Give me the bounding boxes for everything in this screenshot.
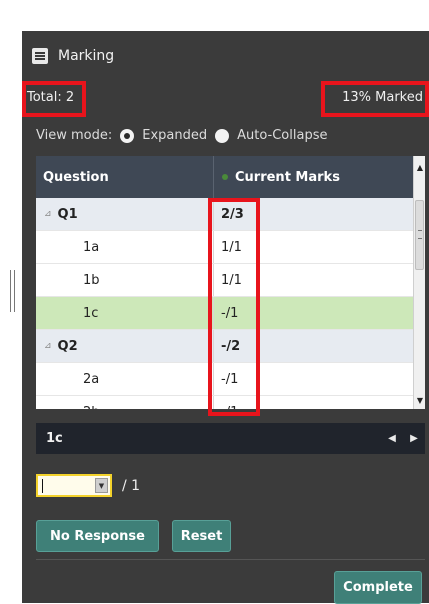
highlight-box-marks-column [208,198,260,416]
menu-icon[interactable] [32,48,48,64]
table-scrollbar[interactable]: ▲ ▼ [413,156,425,409]
radio-expanded[interactable] [120,128,135,143]
footer-divider [36,559,425,560]
panel-header: Marking [32,45,114,67]
column-header-question[interactable]: Question [36,156,214,198]
highlight-box-marked [321,81,429,117]
highlight-box-total [22,81,86,117]
score-field[interactable]: ▼ [36,474,112,497]
scroll-up-arrow-icon[interactable]: ▲ [415,162,425,174]
score-max: / 1 [122,477,141,494]
expand-triangle-icon[interactable]: ⊿ [44,209,52,219]
resize-handle[interactable] [10,270,15,312]
radio-auto-collapse[interactable] [215,128,230,143]
question-cell: 1a [36,231,214,263]
question-label: 1a [83,239,100,255]
score-input[interactable] [38,476,100,495]
question-navigator: 1c ◀ ▶ [36,423,425,454]
question-label: Q2 [57,338,78,354]
question-label: 1c [83,305,99,321]
question-label: 2a [83,371,100,387]
view-mode-label: View mode: [36,128,113,143]
previous-question-icon[interactable]: ◀ [381,433,403,444]
status-dot-icon [222,174,228,180]
view-mode-selector: View mode: Expanded Auto-Collapse [36,128,327,143]
question-cell: 1c [36,297,214,329]
panel-title: Marking [58,48,115,64]
text-caret [42,479,43,493]
question-label: Q1 [57,206,78,222]
question-cell: 2a [36,363,214,395]
score-dropdown-chevron-icon[interactable]: ▼ [95,478,108,493]
marking-panel: Marking Total: 2 13% Marked View mode: E… [22,31,429,604]
radio-auto-collapse-label[interactable]: Auto-Collapse [237,128,327,143]
question-cell: 1b [36,264,214,296]
reset-button[interactable]: Reset [172,520,231,552]
column-header-current-marks[interactable]: Current Marks [214,156,340,198]
next-question-icon[interactable]: ▶ [403,433,425,444]
question-label: 2b [83,405,100,410]
table-header: Question Current Marks [36,156,413,198]
question-cell: 2b [36,396,214,409]
score-entry: ▼ / 1 [36,474,140,497]
current-question-label: 1c [46,431,63,446]
scroll-thumb[interactable] [415,200,424,270]
radio-expanded-label[interactable]: Expanded [142,128,207,143]
scroll-down-arrow-icon[interactable]: ▼ [415,395,425,407]
column-header-current-marks-label: Current Marks [235,169,340,185]
expand-triangle-icon[interactable]: ⊿ [44,341,52,351]
complete-button[interactable]: Complete [334,571,422,604]
question-cell: ⊿ Q1 [36,198,214,230]
question-cell: ⊿ Q2 [36,330,214,362]
question-label: 1b [83,272,100,288]
no-response-button[interactable]: No Response [36,520,159,552]
